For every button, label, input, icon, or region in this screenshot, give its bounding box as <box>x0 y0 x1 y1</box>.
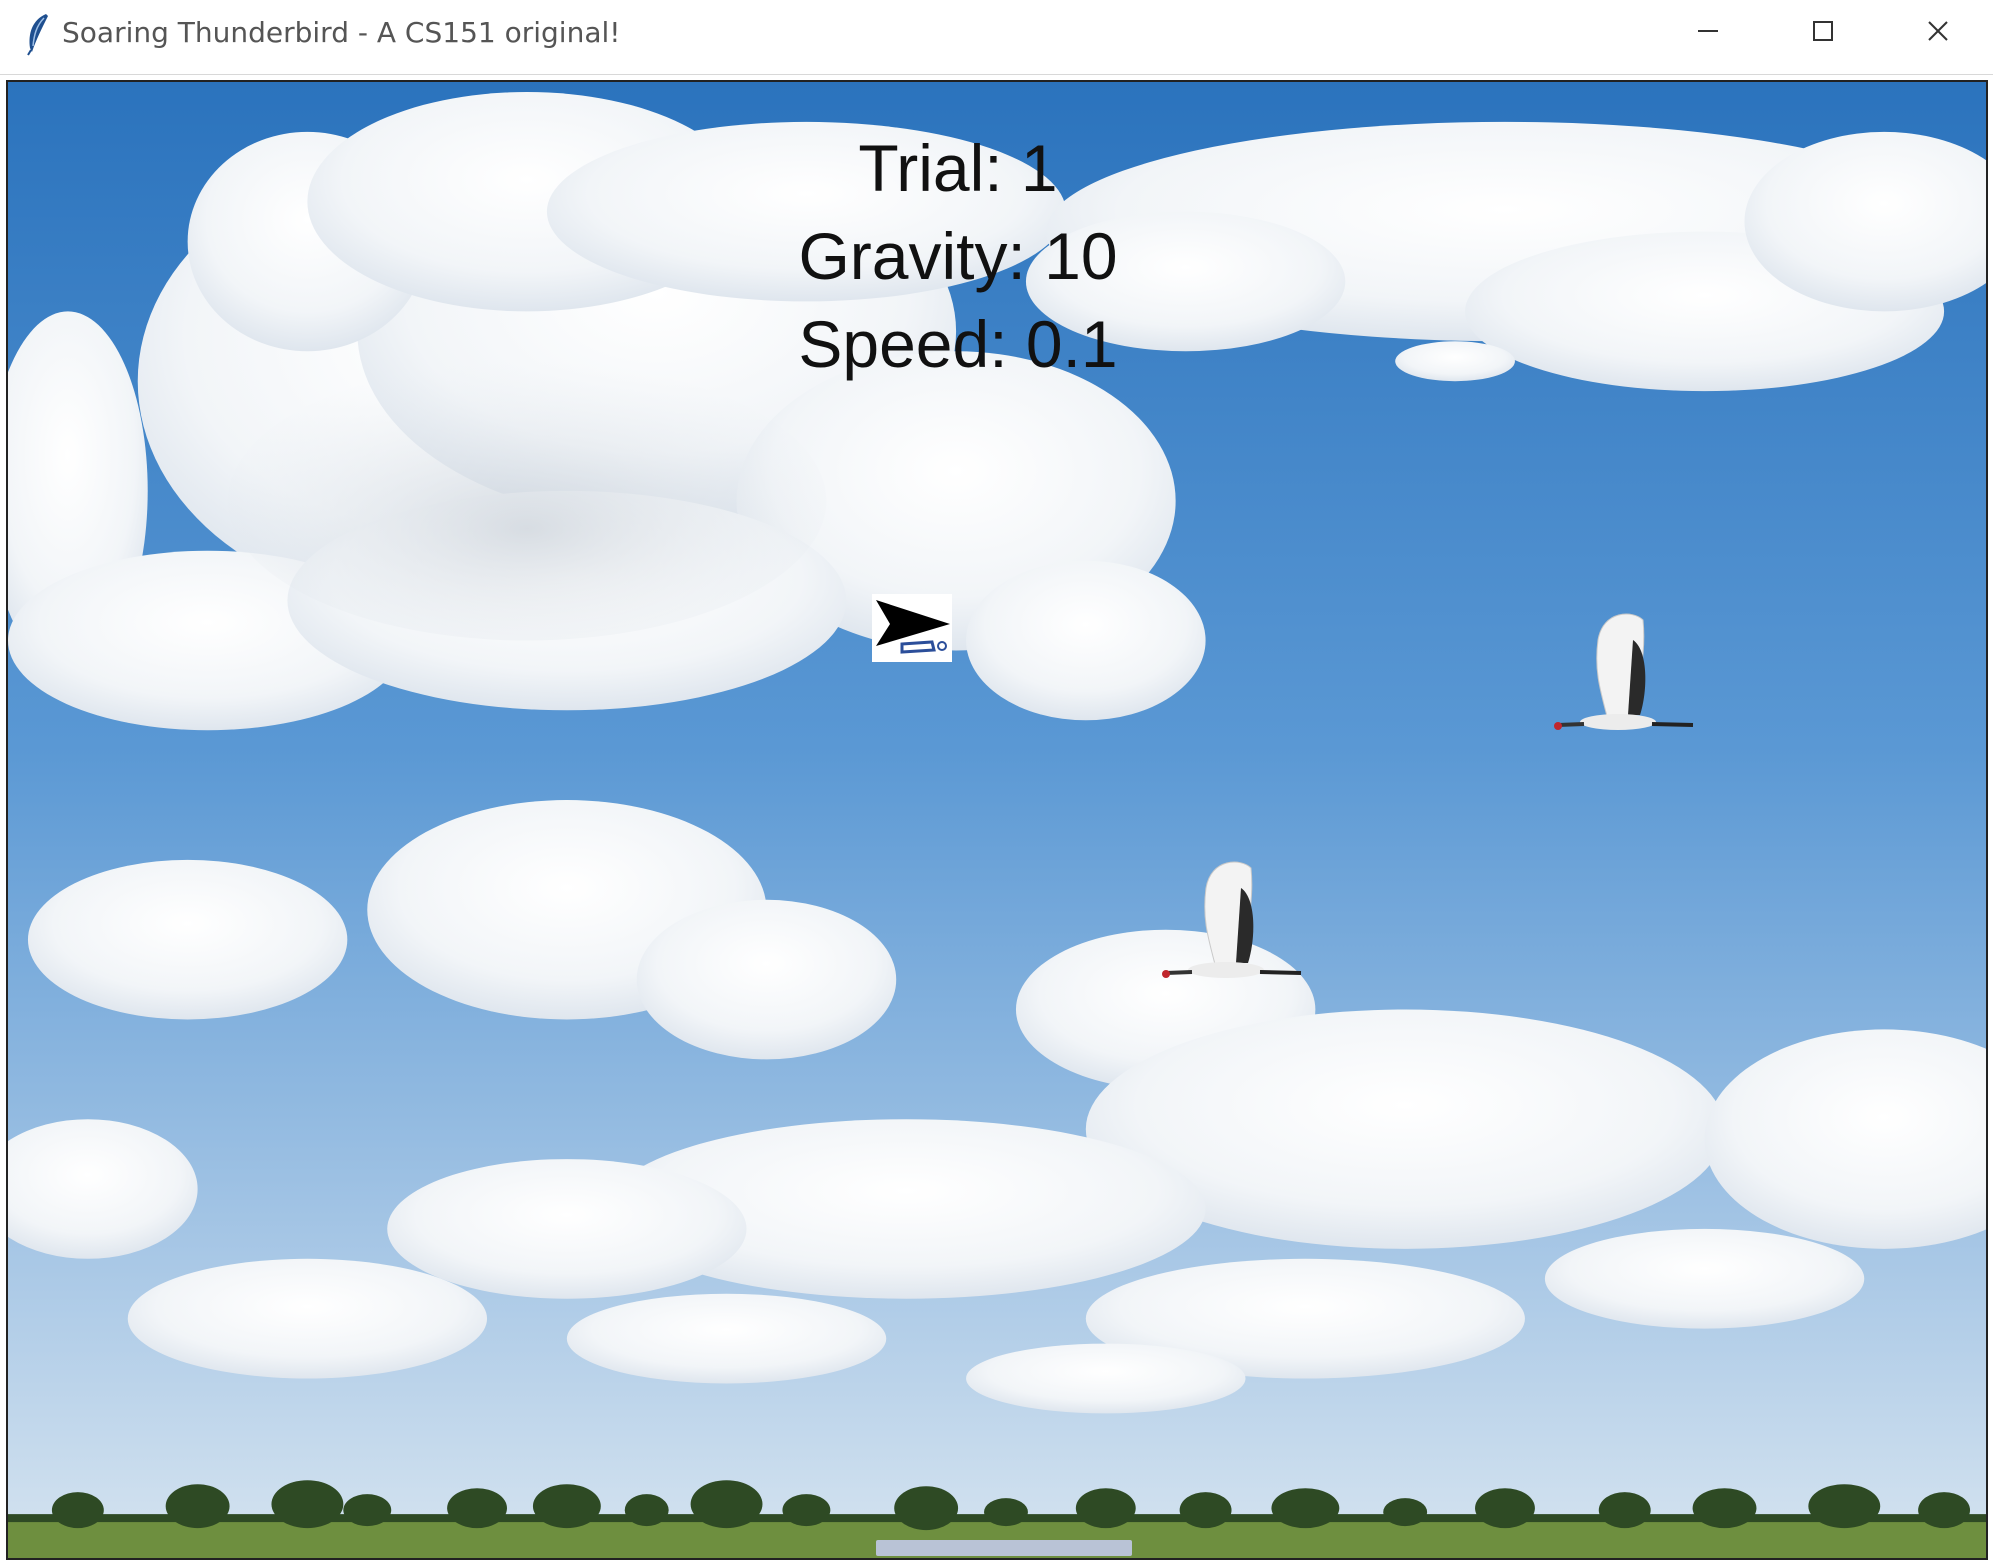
minimize-button[interactable] <box>1650 0 1765 62</box>
game-canvas[interactable]: Trial: 1 Gravity: 10 Speed: 0.1 <box>6 80 1988 1560</box>
window-title: Soaring Thunderbird - A CS151 original! <box>62 16 621 49</box>
minimize-icon <box>1697 30 1718 32</box>
scrollbar-thumb[interactable] <box>876 1540 1132 1556</box>
close-icon <box>1927 21 1948 41</box>
maximize-button[interactable] <box>1765 0 1880 62</box>
crane-bird <box>1162 861 1302 978</box>
crane-bird <box>1554 613 1694 730</box>
title-bar[interactable]: Soaring Thunderbird - A CS151 original! <box>0 0 1993 75</box>
close-button[interactable] <box>1880 0 1993 62</box>
hud: Trial: 1 Gravity: 10 Speed: 0.1 <box>8 124 1908 388</box>
gravity-label: Gravity: 10 <box>798 219 1118 293</box>
hang-glider-player <box>872 594 952 662</box>
trial-label: Trial: 1 <box>858 131 1058 205</box>
feather-icon <box>27 14 48 56</box>
maximize-icon <box>1812 21 1833 41</box>
speed-label: Speed: 0.1 <box>798 307 1118 381</box>
